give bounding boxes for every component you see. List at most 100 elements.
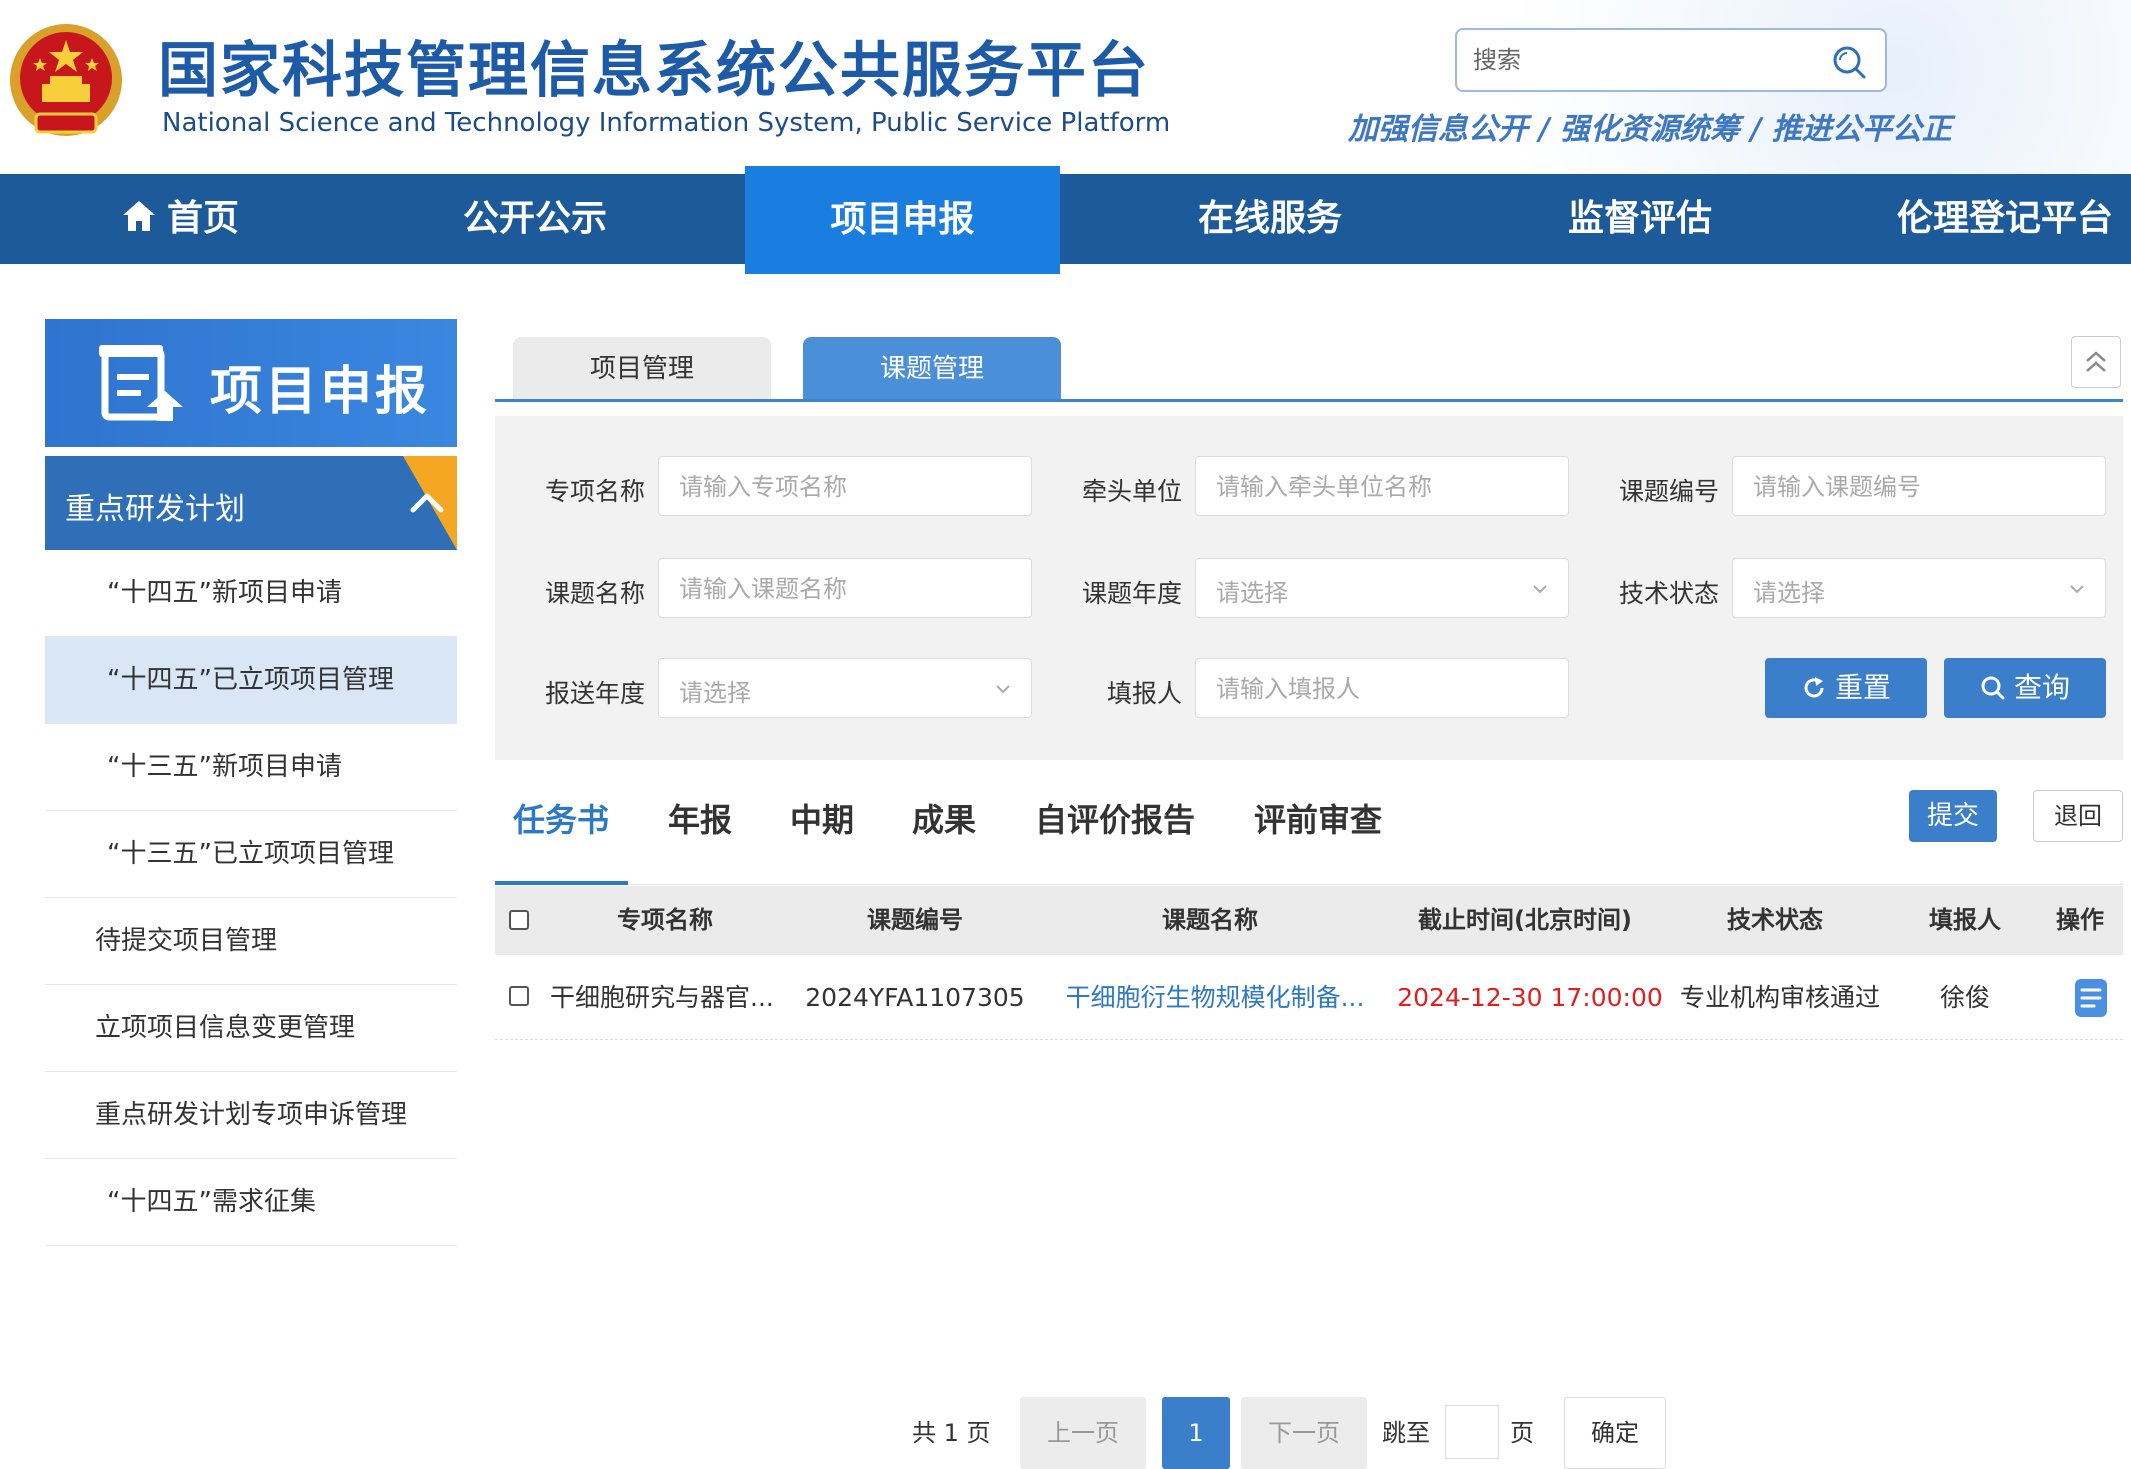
nav-project-declaration[interactable]: 项目申报 xyxy=(745,166,1060,274)
search-input[interactable] xyxy=(1473,42,1813,78)
nav-home[interactable]: 首页 xyxy=(60,174,300,264)
tab-annual-report[interactable]: 年报 xyxy=(668,770,732,885)
collapse-button[interactable] xyxy=(2071,336,2121,388)
confirm-page-button[interactable]: 确定 xyxy=(1564,1397,1666,1469)
topic-name-label: 课题名称 xyxy=(544,579,645,608)
report-year-label: 报送年度 xyxy=(544,679,645,708)
sidebar-item[interactable]: 立项项目信息变更管理 xyxy=(45,985,457,1072)
sidebar-item[interactable]: “十三五”新项目申请 xyxy=(45,724,457,811)
home-icon xyxy=(122,201,155,231)
filler-field[interactable] xyxy=(1195,658,1569,718)
special-name-label: 专项名称 xyxy=(544,477,645,506)
topic-name-input[interactable] xyxy=(679,571,1009,607)
tab-topic-management[interactable]: 课题管理 xyxy=(803,337,1061,401)
topic-no-input[interactable] xyxy=(1753,469,2083,505)
cell-topic-no: 2024YFA1107305 xyxy=(805,983,1025,1012)
cell-topic-name-link[interactable]: 干细胞衍生物规模化制备... xyxy=(1055,955,1375,1040)
document-edit-icon[interactable] xyxy=(2073,977,2109,1019)
tech-status-select[interactable]: 请选择 xyxy=(1732,558,2106,618)
table-header: 专项名称 课题编号 课题名称 截止时间(北京时间) 技术状态 填报人 操作 xyxy=(495,886,2123,955)
next-page-button[interactable]: 下一页 xyxy=(1241,1397,1367,1469)
nav-public[interactable]: 公开公示 xyxy=(420,174,650,264)
filler-input[interactable] xyxy=(1216,671,1546,707)
filter-panel: 专项名称 牵头单位 课题编号 课题名称 课题年度 请选择 技术状态 请选择 报送… xyxy=(495,416,2123,760)
tab-self-evaluation[interactable]: 自评价报告 xyxy=(1035,770,1195,885)
page-number-input[interactable] xyxy=(1445,1405,1499,1459)
topic-year-select[interactable]: 请选择 xyxy=(1195,558,1569,618)
special-name-field[interactable] xyxy=(658,456,1032,516)
active-tab-underline xyxy=(495,881,628,885)
current-page-button[interactable]: 1 xyxy=(1162,1397,1230,1469)
national-emblem-icon xyxy=(10,24,122,136)
sidebar-banner-title: 项目申报 xyxy=(210,362,431,422)
tab-task-book[interactable]: 任务书 xyxy=(513,770,609,885)
site-title: 国家科技管理信息系统公共服务平台 xyxy=(158,36,1150,106)
chevron-down-icon xyxy=(996,685,1010,694)
chevron-down-icon xyxy=(2070,585,2084,594)
col-special-name: 专项名称 xyxy=(617,906,713,934)
query-label: 查询 xyxy=(2013,671,2070,704)
jump-to-label: 跳至 xyxy=(1382,1419,1430,1447)
nav-home-label: 首页 xyxy=(166,198,239,239)
cell-deadline: 2024-12-30 17:00:00 xyxy=(1397,983,1663,1012)
select-all-checkbox[interactable] xyxy=(509,910,529,930)
pagination: 共 1 页 上一页 1 下一页 跳至 页 确定 xyxy=(495,1397,2123,1469)
col-deadline: 截止时间(北京时间) xyxy=(1418,906,1632,934)
sidebar-item[interactable]: “十三五”已立项项目管理 xyxy=(45,811,457,898)
topic-table: 专项名称 课题编号 课题名称 截止时间(北京时间) 技术状态 填报人 操作 干细… xyxy=(495,886,2123,1040)
nav-ethics-platform[interactable]: 伦理登记平台 xyxy=(1880,174,2130,264)
row-checkbox[interactable] xyxy=(509,986,529,1006)
tab-pre-review[interactable]: 评前审查 xyxy=(1254,770,1382,885)
cell-filler: 徐俊 xyxy=(1939,983,1990,1012)
query-button[interactable]: 查询 xyxy=(1944,658,2106,718)
topic-name-field[interactable] xyxy=(658,558,1032,618)
prev-page-button[interactable]: 上一页 xyxy=(1020,1397,1146,1469)
lead-unit-input[interactable] xyxy=(1216,469,1546,505)
col-filler: 填报人 xyxy=(1929,906,2001,934)
document-tabs: 任务书 年报 中期 成果 自评价报告 评前审查 xyxy=(495,770,2123,885)
submit-button[interactable]: 提交 xyxy=(1909,790,1997,842)
report-year-select[interactable]: 请选择 xyxy=(658,658,1032,718)
topic-no-field[interactable] xyxy=(1732,456,2106,516)
tab-midterm[interactable]: 中期 xyxy=(790,770,854,885)
sidebar-item[interactable]: “十四五”新项目申请 xyxy=(45,550,457,637)
col-topic-no: 课题编号 xyxy=(867,906,963,934)
sidebar-item[interactable]: 重点研发计划专项申诉管理 xyxy=(45,1072,457,1159)
slogan: 加强信息公开 / 强化资源统筹 / 推进公平公正 xyxy=(1348,112,1952,147)
search-box[interactable] xyxy=(1455,28,1887,92)
page-unit-label: 页 xyxy=(1510,1419,1534,1447)
tab-project-management[interactable]: 项目管理 xyxy=(513,337,771,401)
chevron-up-icon[interactable] xyxy=(407,482,447,522)
reset-label: 重置 xyxy=(1834,671,1891,704)
table-row[interactable]: 干细胞研究与器官... 2024YFA1107305 干细胞衍生物规模化制备..… xyxy=(495,955,2123,1040)
lead-unit-field[interactable] xyxy=(1195,456,1569,516)
site-subtitle: National Science and Technology Informat… xyxy=(162,108,1171,138)
tabs-divider xyxy=(495,399,2123,402)
tab-results[interactable]: 成果 xyxy=(912,770,976,885)
sidebar-item[interactable]: 待提交项目管理 xyxy=(45,898,457,985)
nav-supervision[interactable]: 监督评估 xyxy=(1530,174,1750,264)
refresh-icon xyxy=(1804,677,1824,698)
cell-special-name: 干细胞研究与器官... xyxy=(550,983,774,1012)
lead-unit-label: 牵头单位 xyxy=(1081,477,1182,506)
page-total: 共 1 页 xyxy=(912,1419,991,1447)
sidebar-banner: 项目申报 xyxy=(45,319,457,447)
search-icon[interactable] xyxy=(1831,44,1867,80)
sidebar-group-key-rd[interactable]: 重点研发计划 xyxy=(45,456,457,550)
col-topic-name: 课题名称 xyxy=(1162,906,1258,934)
sidebar-item[interactable]: “十四五”需求征集 xyxy=(45,1159,457,1246)
special-name-input[interactable] xyxy=(679,469,1009,505)
topic-year-label: 课题年度 xyxy=(1081,579,1182,608)
return-button[interactable]: 退回 xyxy=(2033,790,2123,842)
cell-tech-status: 专业机构审核通过 xyxy=(1679,983,1880,1012)
document-upload-icon xyxy=(99,345,183,421)
site-header: 国家科技管理信息系统公共服务平台 National Science and Te… xyxy=(0,0,2131,174)
sidebar: 项目申报 重点研发计划 “十四五”新项目申请 “十四五”已立项项目管理 “十三五… xyxy=(45,319,457,1246)
reset-button[interactable]: 重置 xyxy=(1765,658,1927,718)
filler-label: 填报人 xyxy=(1106,679,1182,708)
report-year-value: 请选择 xyxy=(679,679,751,707)
chevron-double-up-icon xyxy=(2086,351,2106,372)
sidebar-item-active[interactable]: “十四五”已立项项目管理 xyxy=(45,637,457,724)
col-operation: 操作 xyxy=(2056,906,2104,934)
nav-online-service[interactable]: 在线服务 xyxy=(1160,174,1380,264)
